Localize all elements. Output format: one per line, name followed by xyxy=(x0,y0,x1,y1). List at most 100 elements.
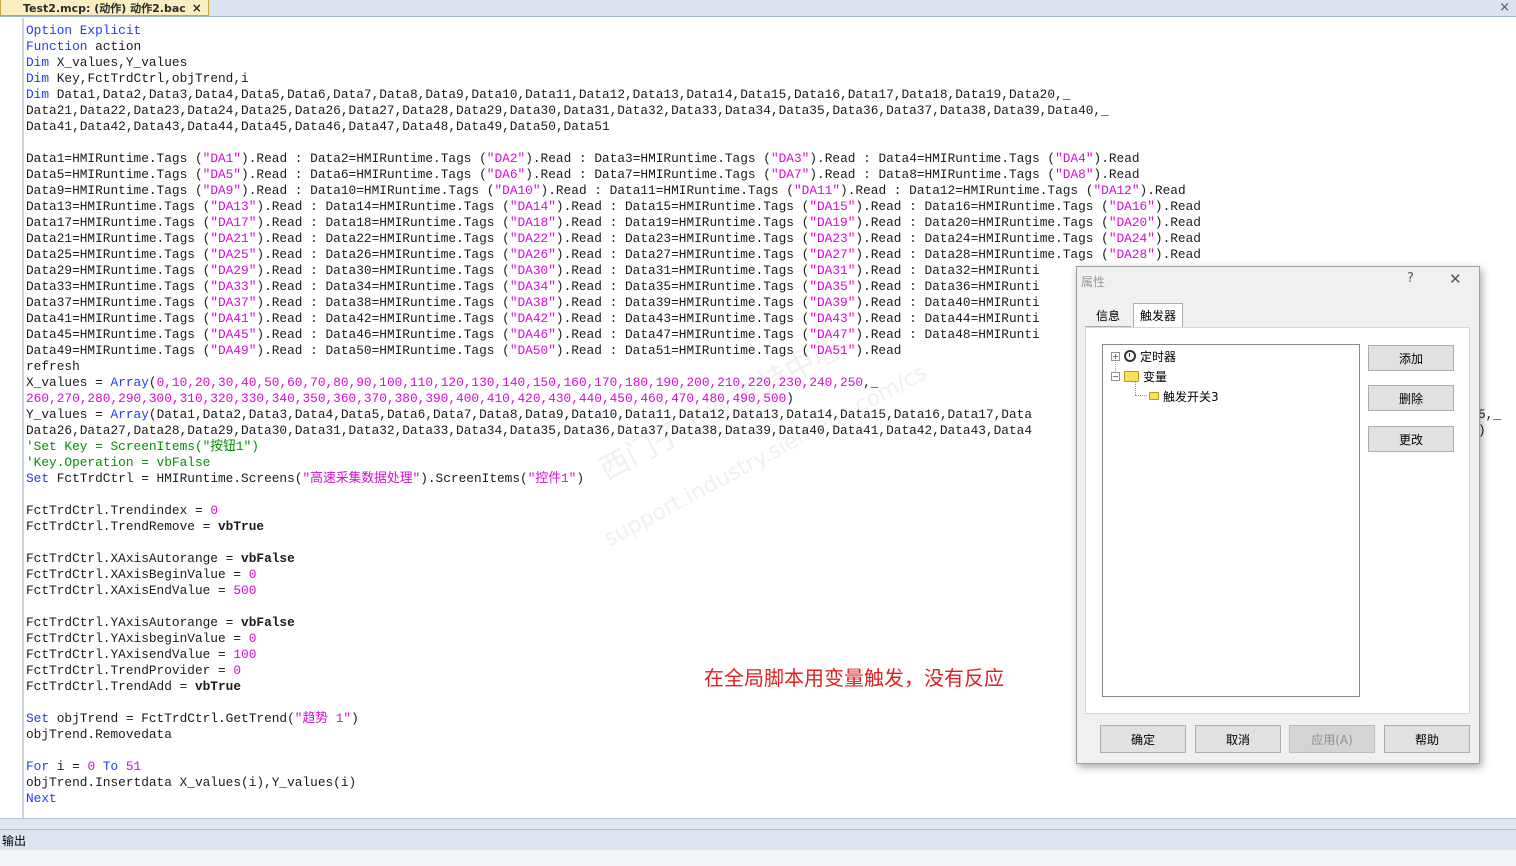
code-token: "DA5" xyxy=(202,167,242,182)
code-line: objTrend.Insertdata X_values(i),Y_values… xyxy=(26,775,1486,791)
code-token: ).Read : Data32=HMIRunti xyxy=(855,263,1040,278)
code-token: ).Read : Data43=HMIRuntime.Tags ( xyxy=(555,311,810,326)
add-button[interactable]: 添加 xyxy=(1368,345,1454,371)
code-token: Array xyxy=(110,375,149,390)
code-token: "DA27" xyxy=(809,247,856,262)
bottom-strip xyxy=(0,850,1516,866)
help-icon[interactable]: ? xyxy=(1407,271,1414,286)
annotation-note: 在全局脚本用变量触发，没有反应 xyxy=(704,666,1004,690)
code-line: Next xyxy=(26,791,1486,807)
properties-dialog: 属性 ? ✕ 信息 触发器 + 定时器 − 变量 触发开关3 添加 删除 更改 … xyxy=(1076,266,1480,764)
editor-tab-strip: Test2.mcp: (动作) 动作2.bac × × xyxy=(0,0,1516,17)
code-token: ).Read : Data24=HMIRuntime.Tags ( xyxy=(855,231,1109,246)
tree-item-trigger-switch[interactable]: 触发开关3 xyxy=(1149,387,1219,405)
code-token: "DA2" xyxy=(486,151,526,166)
cancel-button[interactable]: 取消 xyxy=(1195,725,1281,753)
code-token: ).Read : Data11=HMIRuntime.Tags ( xyxy=(540,183,794,198)
code-token: "DA45" xyxy=(210,327,257,342)
code-line: Data21,Data22,Data23,Data24,Data25,Data2… xyxy=(26,103,1486,119)
tree-item-timer[interactable]: + 定时器 xyxy=(1111,347,1176,365)
trigger-tree[interactable]: + 定时器 − 变量 触发开关3 xyxy=(1102,344,1360,697)
window-close-icon[interactable]: × xyxy=(1499,0,1510,16)
expand-icon[interactable]: + xyxy=(1111,351,1120,361)
code-token: "DA25" xyxy=(210,247,257,262)
code-token: "DA29" xyxy=(210,263,257,278)
code-token: ).Read xyxy=(1154,199,1201,214)
code-line: Data9=HMIRuntime.Tags ("DA9").Read : Dat… xyxy=(26,183,1486,199)
delete-button[interactable]: 删除 xyxy=(1368,385,1454,411)
tab-trigger[interactable]: 触发器 xyxy=(1133,303,1183,327)
code-token: Key,FctTrdCtrl,objTrend,i xyxy=(49,71,249,86)
code-token: "DA33" xyxy=(210,279,257,294)
code-token: "DA19" xyxy=(809,215,856,230)
code-token: 0 xyxy=(210,503,218,518)
code-token: Dim xyxy=(26,87,50,102)
tree-line xyxy=(1135,395,1147,396)
ok-button[interactable]: 确定 xyxy=(1100,725,1186,753)
help-button[interactable]: 帮助 xyxy=(1384,725,1470,753)
code-token: objTrend.Insertdata X_values(i),Y_values… xyxy=(26,775,357,790)
code-token: Data26,Data27,Data28,Data29,Data30,Data3… xyxy=(26,423,1032,438)
code-token: "DA31" xyxy=(809,263,856,278)
code-token: refresh xyxy=(26,359,80,374)
tree-item-variable[interactable]: − 变量 xyxy=(1111,367,1167,385)
code-token: "DA20" xyxy=(1108,215,1155,230)
code-token: "控件1" xyxy=(527,471,577,486)
tree-item-label: 变量 xyxy=(1143,369,1168,384)
code-token: "DA43" xyxy=(809,311,856,326)
code-line: Dim X_values,Y_values xyxy=(26,55,1486,71)
code-token: "DA41" xyxy=(210,311,257,326)
code-token: Data1,Data2,Data3,Data4,Data5,Data6,Data… xyxy=(49,87,1071,102)
code-token: ).Read : Data23=HMIRuntime.Tags ( xyxy=(555,231,810,246)
code-token: Data1=HMIRuntime.Tags ( xyxy=(26,151,203,166)
code-token: "DA1" xyxy=(202,151,242,166)
code-token: "趋势 1" xyxy=(294,711,352,726)
code-token: "DA7" xyxy=(770,167,810,182)
collapse-icon[interactable]: − xyxy=(1111,371,1120,381)
code-token: "DA24" xyxy=(1108,231,1155,246)
code-token: Data13=HMIRuntime.Tags ( xyxy=(26,199,211,214)
code-token: ).Read : Data12=HMIRuntime.Tags ( xyxy=(840,183,1094,198)
code-token: "DA50" xyxy=(509,343,556,358)
code-token: To xyxy=(102,759,119,774)
horizontal-scrollbar[interactable] xyxy=(0,818,1516,829)
code-token: "DA13" xyxy=(210,199,257,214)
code-token: "DA26" xyxy=(509,247,556,262)
code-token: ( xyxy=(148,375,157,390)
code-token: ) xyxy=(576,471,585,486)
close-icon[interactable]: ✕ xyxy=(1449,270,1462,288)
tab-info[interactable]: 信息 xyxy=(1085,305,1131,327)
code-token: ).Read : Data20=HMIRuntime.Tags ( xyxy=(855,215,1109,230)
code-token: "DA30" xyxy=(509,263,556,278)
code-token: "DA16" xyxy=(1108,199,1155,214)
code-token: i = xyxy=(49,759,88,774)
change-button[interactable]: 更改 xyxy=(1368,426,1454,452)
code-line: Data25=HMIRuntime.Tags ("DA25").Read : D… xyxy=(26,247,1486,263)
code-token: ).Read : Data18=HMIRuntime.Tags ( xyxy=(256,215,510,230)
code-line: Dim Data1,Data2,Data3,Data4,Data5,Data6,… xyxy=(26,87,1486,103)
code-token: ).ScreenItems( xyxy=(420,471,528,486)
code-token: ).Read : Data3=HMIRuntime.Tags ( xyxy=(525,151,771,166)
code-token: "DA49" xyxy=(210,343,257,358)
code-token: vbTrue xyxy=(194,679,242,694)
code-token: ).Read : Data10=HMIRuntime.Tags ( xyxy=(241,183,495,198)
code-line: Option Explicit xyxy=(26,23,1486,39)
code-token: ).Read xyxy=(1139,183,1186,198)
code-token: Y_values = xyxy=(26,407,111,422)
code-token: 100 xyxy=(233,647,257,662)
code-token: FctTrdCtrl.TrendRemove = xyxy=(26,519,218,534)
tree-item-label: 触发开关3 xyxy=(1163,389,1219,404)
code-token: ).Read : Data39=HMIRuntime.Tags ( xyxy=(555,295,810,310)
code-token: Data29=HMIRuntime.Tags ( xyxy=(26,263,211,278)
code-token: ).Read : Data34=HMIRuntime.Tags ( xyxy=(256,279,510,294)
code-token: "DA21" xyxy=(210,231,257,246)
code-token: Data49=HMIRuntime.Tags ( xyxy=(26,343,211,358)
editor-margin xyxy=(22,18,24,818)
apply-button[interactable]: 应用(A) xyxy=(1289,725,1375,753)
close-icon[interactable]: × xyxy=(192,2,202,14)
tab-test2-action[interactable]: Test2.mcp: (动作) 动作2.bac × xyxy=(0,0,209,16)
code-token: For xyxy=(26,759,50,774)
code-token: Data25=HMIRuntime.Tags ( xyxy=(26,247,211,262)
code-token: ).Read : Data19=HMIRuntime.Tags ( xyxy=(555,215,810,230)
